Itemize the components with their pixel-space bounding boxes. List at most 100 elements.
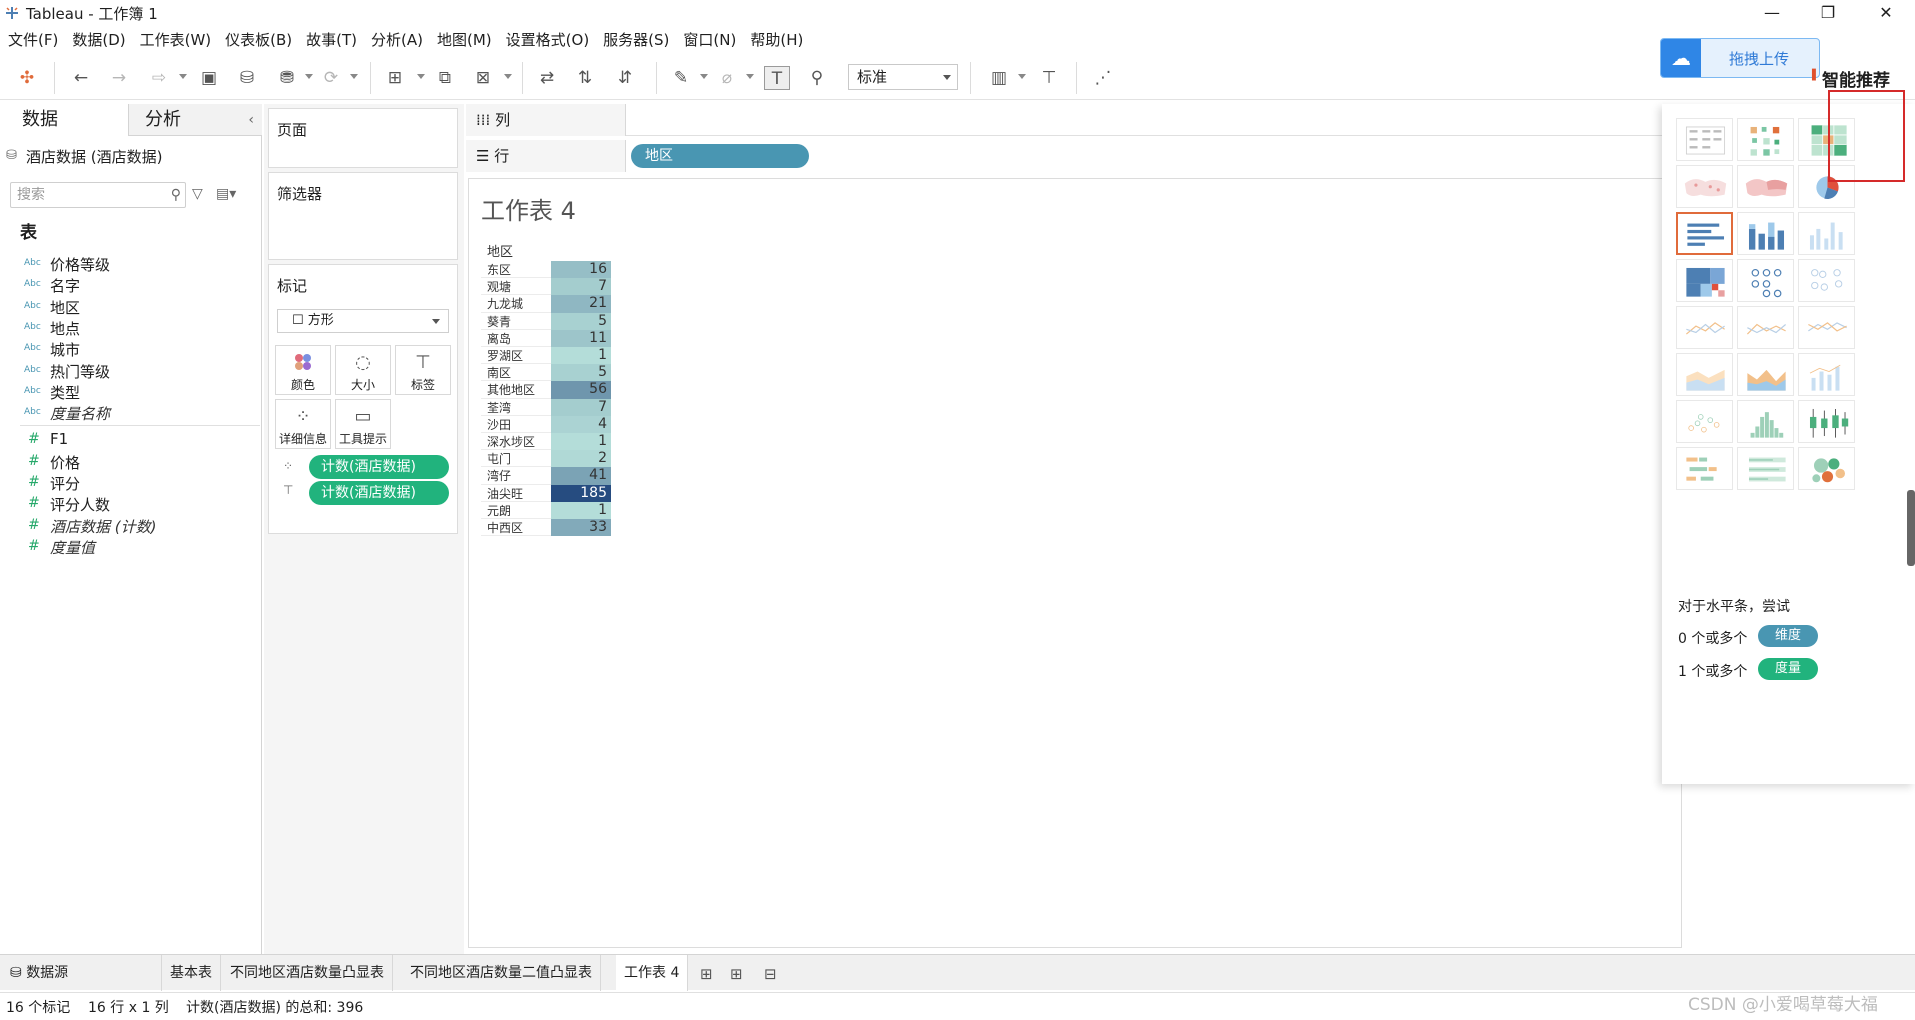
new-story-icon[interactable]: ⊟ [764,965,777,983]
replay-icon[interactable]: ⇨ [146,66,172,90]
chart-option-packed-bubbles[interactable] [1798,447,1855,490]
size-button[interactable]: ◌ 大小 [335,345,391,395]
chart-option-side-by-side-bars[interactable] [1798,212,1855,255]
table-row[interactable]: 离岛 11 [481,329,613,347]
chart-option-line-continuous[interactable] [1676,306,1733,349]
tab-data[interactable]: 数据 [0,104,128,136]
datasource-item[interactable]: ⛁ 酒店数据 (酒店数据) [6,146,162,167]
chart-option-histogram[interactable] [1737,400,1794,443]
tab-analysis[interactable]: 分析 ‹ [128,104,262,136]
minimize-button[interactable]: — [1749,0,1795,26]
dimension-field[interactable]: Abc 度量名称 [0,401,260,425]
redo-icon[interactable]: → [106,66,132,90]
filters-card[interactable]: 筛选器 [268,172,458,260]
chart-option-text-table[interactable] [1676,118,1733,161]
pin-icon[interactable]: ⚲ [804,66,830,90]
new-dashboard-icon[interactable]: ⊞ [730,965,743,983]
table-row[interactable]: 南区 5 [481,364,613,382]
showme-title[interactable]: ▐ 智能推荐 [1808,66,1890,91]
chart-option-dual-combination[interactable] [1798,353,1855,396]
search-input[interactable]: 搜索 ⚲ [10,182,186,208]
menu-item[interactable]: 工作表(W) [132,28,218,52]
chart-option-horizontal-bars[interactable] [1676,212,1733,255]
color-button[interactable]: 颜色 [275,345,331,395]
chart-option-bullet-graph[interactable] [1737,447,1794,490]
menu-item[interactable]: 数据(D) [64,28,131,52]
chart-option-filled-map[interactable] [1737,165,1794,208]
sheet-tab-highlight[interactable]: 不同地区酒店数量凸显表 [222,955,393,991]
chart-option-treemap[interactable] [1676,259,1733,302]
menu-item[interactable]: 地图(M) [429,28,498,52]
columns-shelf[interactable]: ⁞⁞⁞ 列 [466,104,1676,136]
sheet-tab-active[interactable]: 工作表 4 [616,955,689,991]
filter-icon[interactable]: ▽ [192,186,203,202]
table-row[interactable]: 油尖旺 185 [481,484,613,502]
table-row[interactable]: 元朗 1 [481,501,613,519]
clear-sheet-icon[interactable]: ⊠ [470,66,496,90]
new-datasource-icon[interactable]: ⛁ [234,66,260,90]
row-pill-region[interactable]: 地区 [631,144,809,168]
mark-pill-label[interactable]: 计数(酒店数据) [309,481,449,505]
chart-option-dual-lines[interactable] [1798,306,1855,349]
table-row[interactable]: 东区 16 [481,261,613,279]
table-row[interactable]: 观塘 7 [481,278,613,296]
save-icon[interactable]: ▣ [196,66,222,90]
chart-option-stacked-bars[interactable] [1737,212,1794,255]
pages-card[interactable]: 页面 [268,108,458,168]
table-row[interactable]: 其他地区 56 [481,381,613,399]
mark-type-select[interactable]: ☐ 方形 [277,309,449,333]
swap-icon[interactable]: ⇄ [534,66,560,90]
chart-option-area-continuous[interactable] [1676,353,1733,396]
table-row[interactable]: 屯门 2 [481,450,613,468]
menu-item[interactable]: 服务器(S) [595,28,675,52]
menu-item[interactable]: 分析(A) [363,28,429,52]
upload-button[interactable]: ☁ 拖拽上传 [1660,38,1820,78]
fit-select[interactable]: 标准 [848,64,958,90]
show-labels-icon[interactable]: T [764,66,790,90]
chart-option-symbol-map[interactable] [1676,165,1733,208]
restore-button[interactable]: ❐ [1805,0,1851,26]
view-options-icon[interactable]: ▤▾ [216,186,236,202]
sheet-tab-binary[interactable]: 不同地区酒店数量二值凸显表 [402,955,601,991]
menu-item[interactable]: 设置格式(O) [498,28,596,52]
table-row[interactable]: 罗湖区 1 [481,347,613,365]
sort-asc-icon[interactable]: ⇅ [572,66,598,90]
scrollbar[interactable] [1907,490,1915,566]
chart-option-scatter-plot[interactable] [1676,400,1733,443]
new-sheet-icon[interactable]: ⊞ [382,66,408,90]
tableau-home-icon[interactable]: ✣ [14,66,40,90]
menu-item[interactable]: 帮助(H) [742,28,809,52]
chart-option-line-discrete[interactable] [1737,306,1794,349]
collapse-icon[interactable]: ‹ [248,104,254,136]
menu-item[interactable]: 故事(T) [298,28,363,52]
chart-option-side-by-side-circles[interactable] [1798,259,1855,302]
duplicate-sheet-icon[interactable]: ⧉ [432,66,458,90]
table-row[interactable]: 沙田 4 [481,415,613,433]
close-button[interactable]: ✕ [1863,0,1909,26]
sort-desc-icon[interactable]: ⇵ [612,66,638,90]
highlight-icon[interactable]: ✎ [668,66,694,90]
table-row[interactable]: 深水埗区 1 [481,433,613,451]
mark-pill-color[interactable]: 计数(酒店数据) [309,455,449,479]
label-button[interactable]: ⊤ 标签 [395,345,451,395]
menu-item[interactable]: 文件(F) [0,28,64,52]
presentation-icon[interactable]: ⊤ [1036,66,1062,90]
sheet-tab-basic[interactable]: 基本表 [162,955,221,991]
chart-option-gantt-chart[interactable] [1676,447,1733,490]
measure-field[interactable]: # 度量值 [0,535,260,559]
menu-item[interactable]: 仪表板(B) [217,28,298,52]
table-row[interactable]: 葵青 5 [481,312,613,330]
chart-option-heat-map[interactable] [1737,118,1794,161]
tab-datasource[interactable]: ⛁ 数据源 [0,955,162,991]
tooltip-button[interactable]: ▭ 工具提示 [335,399,391,449]
show-cards-icon[interactable]: ▥ [986,66,1012,90]
table-row[interactable]: 九龙城 21 [481,295,613,313]
chart-option-area-discrete[interactable] [1737,353,1794,396]
refresh-icon[interactable]: ⟳ [318,66,344,90]
group-icon[interactable]: ⌀ [714,66,740,90]
chart-option-circle-view[interactable] [1737,259,1794,302]
table-row[interactable]: 荃湾 7 [481,398,613,416]
pause-updates-icon[interactable]: ⛃ [274,66,300,90]
chart-option-box-whisker[interactable] [1798,400,1855,443]
undo-icon[interactable]: ← [68,66,94,90]
